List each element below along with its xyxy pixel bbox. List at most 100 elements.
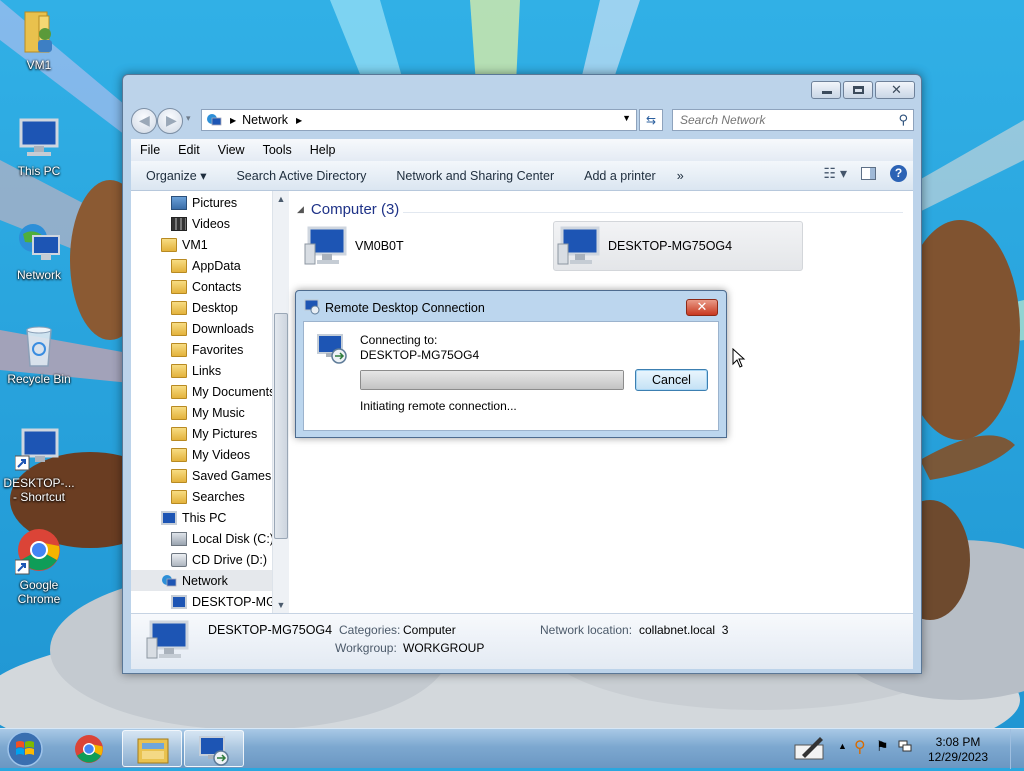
add-printer-button[interactable]: Add a printer	[569, 169, 671, 183]
tree-item-videos[interactable]: Videos	[171, 213, 230, 234]
breadcrumb-network[interactable]: Network	[242, 113, 288, 127]
tree-item-downloads[interactable]: Downloads	[171, 318, 254, 339]
remote-desktop-dialog[interactable]: Remote Desktop Connection ✕ Connecting t…	[295, 290, 727, 438]
tree-label: Searches	[192, 489, 245, 504]
show-hidden-icons-icon[interactable]: ▲	[838, 741, 847, 751]
remote-desktop-icon	[304, 299, 320, 315]
back-button[interactable]: ◀	[131, 108, 157, 134]
tree-label: Downloads	[192, 321, 254, 336]
recent-pages-chevron-icon[interactable]: ▾	[186, 113, 191, 124]
start-button[interactable]	[4, 730, 46, 768]
desktop-icon-network[interactable]: Network	[1, 218, 77, 282]
tree-item-my-documents[interactable]: My Documents	[171, 381, 275, 402]
user-folder-icon	[15, 8, 63, 56]
close-button[interactable]: ✕	[875, 81, 915, 99]
menu-bar: File Edit View Tools Help	[131, 139, 913, 161]
computer-item-vm0b0t[interactable]: VM0B0T	[303, 221, 543, 271]
tree-item-links[interactable]: Links	[171, 360, 221, 381]
cd-drive-icon	[171, 552, 187, 567]
network-icon	[15, 218, 63, 266]
desktop-icon-vm1[interactable]: VM1	[1, 8, 77, 72]
search-icon[interactable]: ⚲	[854, 737, 866, 757]
clock[interactable]: 3:08 PM 12/29/2023	[925, 735, 991, 765]
connection-target: DESKTOP-MG75OG4	[360, 348, 480, 362]
search-active-directory-button[interactable]: Search Active Directory	[221, 169, 381, 183]
preview-pane-icon[interactable]	[861, 167, 876, 180]
tree-label: VM1	[182, 237, 208, 252]
tree-item-pictures[interactable]: Pictures	[171, 192, 237, 213]
videos-folder-icon	[171, 447, 187, 462]
maximize-button[interactable]	[843, 81, 873, 99]
computer-icon	[145, 618, 193, 662]
action-center-flag-icon[interactable]: ⚑	[876, 738, 889, 755]
refresh-button[interactable]: ⇆	[639, 109, 663, 131]
menu-help[interactable]: Help	[301, 143, 345, 157]
scroll-down-icon[interactable]: ▼	[273, 597, 289, 613]
tree-label: Pictures	[192, 195, 238, 210]
tree-item-searches[interactable]: Searches	[171, 486, 245, 507]
scroll-up-icon[interactable]: ▲	[273, 191, 289, 207]
cancel-button[interactable]: Cancel	[635, 369, 708, 391]
address-bar[interactable]: ▶ Network ▶ ▼	[201, 109, 637, 131]
network-status-icon[interactable]	[898, 739, 912, 753]
desktop-icon-this-pc[interactable]: This PC	[1, 114, 77, 178]
scrollbar-thumb[interactable]	[274, 313, 288, 539]
tree-item-local-disk[interactable]: Local Disk (C:)	[171, 528, 274, 549]
taskbar-chrome-button[interactable]	[60, 730, 120, 767]
forward-button[interactable]: ▶	[157, 108, 183, 134]
desktop-icon-label: Recycle Bin	[7, 372, 71, 386]
desktop-icon-recycle-bin[interactable]: Recycle Bin	[1, 322, 77, 386]
tree-item-vm1[interactable]: VM1	[161, 234, 208, 255]
more-commands-button[interactable]: »	[671, 169, 690, 183]
details-pane: DESKTOP-MG75OG4 Categories: Computer Wor…	[131, 613, 913, 669]
menu-edit[interactable]: Edit	[169, 143, 209, 157]
refresh-icon: ⇆	[645, 113, 657, 127]
tree-item-saved-games[interactable]: Saved Games	[171, 465, 271, 486]
network-sharing-center-button[interactable]: Network and Sharing Center	[381, 169, 569, 183]
collapse-group-icon[interactable]: ◢	[297, 204, 304, 215]
tree-label: CD Drive (D:)	[192, 552, 267, 567]
contacts-folder-icon	[171, 279, 187, 294]
tree-item-desktop-mg7[interactable]: DESKTOP-MG7	[171, 591, 283, 612]
tree-item-network[interactable]: Network	[131, 570, 272, 591]
tree-item-appdata[interactable]: AppData	[171, 255, 241, 276]
pen-input-icon[interactable]	[794, 735, 826, 761]
computer-icon	[303, 224, 351, 268]
menu-file[interactable]: File	[131, 143, 169, 157]
desktop-icon-google-chrome[interactable]: Google Chrome	[1, 528, 77, 606]
help-icon[interactable]: ?	[890, 165, 907, 182]
computer-icon	[556, 224, 604, 268]
search-icon[interactable]: ⚲	[898, 112, 908, 128]
tree-item-cd-drive[interactable]: CD Drive (D:)	[171, 549, 267, 570]
address-dropdown-icon[interactable]: ▼	[622, 113, 631, 123]
breadcrumb-separator-icon[interactable]: ▶	[296, 116, 302, 125]
tree-item-this-pc[interactable]: This PC	[161, 507, 226, 528]
tree-item-my-music[interactable]: My Music	[171, 402, 245, 423]
group-header-computer[interactable]: ◢ Computer (3)	[297, 201, 399, 218]
tree-label: My Documents	[192, 384, 276, 399]
menu-tools[interactable]: Tools	[254, 143, 301, 157]
navigation-pane: Pictures Videos VM1 AppData Contacts Des…	[131, 191, 289, 613]
show-desktop-button[interactable]	[1010, 729, 1024, 769]
menu-view[interactable]: View	[209, 143, 254, 157]
organize-button[interactable]: Organize ▾	[131, 168, 221, 183]
desktop-icon-rdp-shortcut[interactable]: DESKTOP-... - Shortcut	[1, 426, 77, 504]
tree-item-my-pictures[interactable]: My Pictures	[171, 423, 257, 444]
taskbar-rdp-button[interactable]	[184, 730, 244, 767]
search-input[interactable]	[673, 112, 899, 128]
taskbar-explorer-button[interactable]	[122, 730, 182, 767]
tree-item-desktop[interactable]: Desktop	[171, 297, 238, 318]
tree-item-my-videos[interactable]: My Videos	[171, 444, 250, 465]
tree-item-contacts[interactable]: Contacts	[171, 276, 241, 297]
search-box[interactable]: ⚲	[672, 109, 914, 131]
navigation-pane-scrollbar[interactable]: ▲ ▼	[272, 191, 289, 613]
tree-item-favorites[interactable]: Favorites	[171, 339, 243, 360]
dialog-title: Remote Desktop Connection	[325, 301, 485, 315]
desktop-icon-label-line2: Chrome	[17, 592, 61, 606]
dialog-close-button[interactable]: ✕	[686, 299, 718, 316]
computer-item-desktop-mg75og4[interactable]: DESKTOP-MG75OG4	[553, 221, 803, 271]
tree-label: Favorites	[192, 342, 244, 357]
folder-icon	[171, 258, 187, 273]
minimize-button[interactable]	[811, 81, 841, 99]
change-view-icon[interactable]: ☷ ▾	[824, 165, 847, 182]
